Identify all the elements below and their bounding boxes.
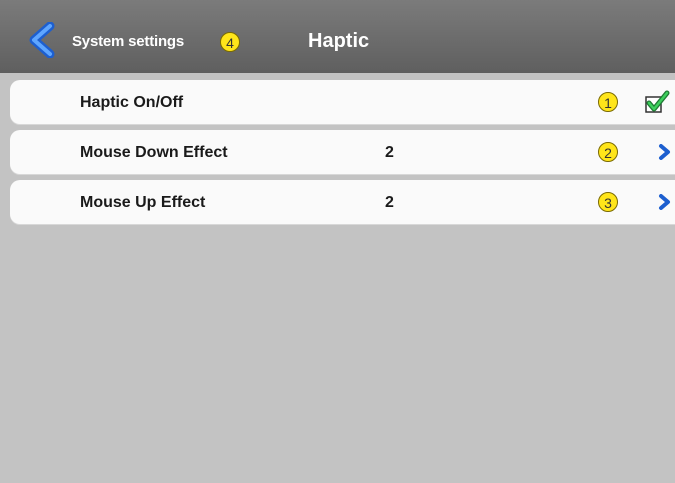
callout-badge: 2: [598, 142, 618, 162]
row-mouse-down-effect[interactable]: Mouse Down Effect 2 2: [10, 130, 675, 174]
row-mouse-up-effect[interactable]: Mouse Up Effect 2 3: [10, 180, 675, 224]
header-bar: System settings 4 Haptic: [0, 0, 675, 73]
row-haptic-onoff[interactable]: Haptic On/Off 1: [10, 80, 675, 124]
chevron-right-icon[interactable]: [658, 144, 672, 160]
callout-badge: 1: [598, 92, 618, 112]
row-label: Mouse Up Effect: [80, 194, 206, 211]
callout-badge: 4: [220, 32, 240, 52]
back-label[interactable]: System settings: [72, 33, 184, 50]
row-value: 2: [385, 144, 394, 161]
check-icon[interactable]: [644, 90, 670, 114]
settings-list: Haptic On/Off 1 Mouse Down Effect 2 2 Mo…: [0, 73, 675, 483]
back-arrow-icon[interactable]: [24, 21, 60, 59]
page-title: Haptic: [308, 30, 370, 52]
row-label: Mouse Down Effect: [80, 144, 228, 161]
row-value: 2: [385, 194, 394, 211]
chevron-right-icon[interactable]: [658, 194, 672, 210]
row-label: Haptic On/Off: [80, 94, 184, 111]
callout-badge: 3: [598, 192, 618, 212]
